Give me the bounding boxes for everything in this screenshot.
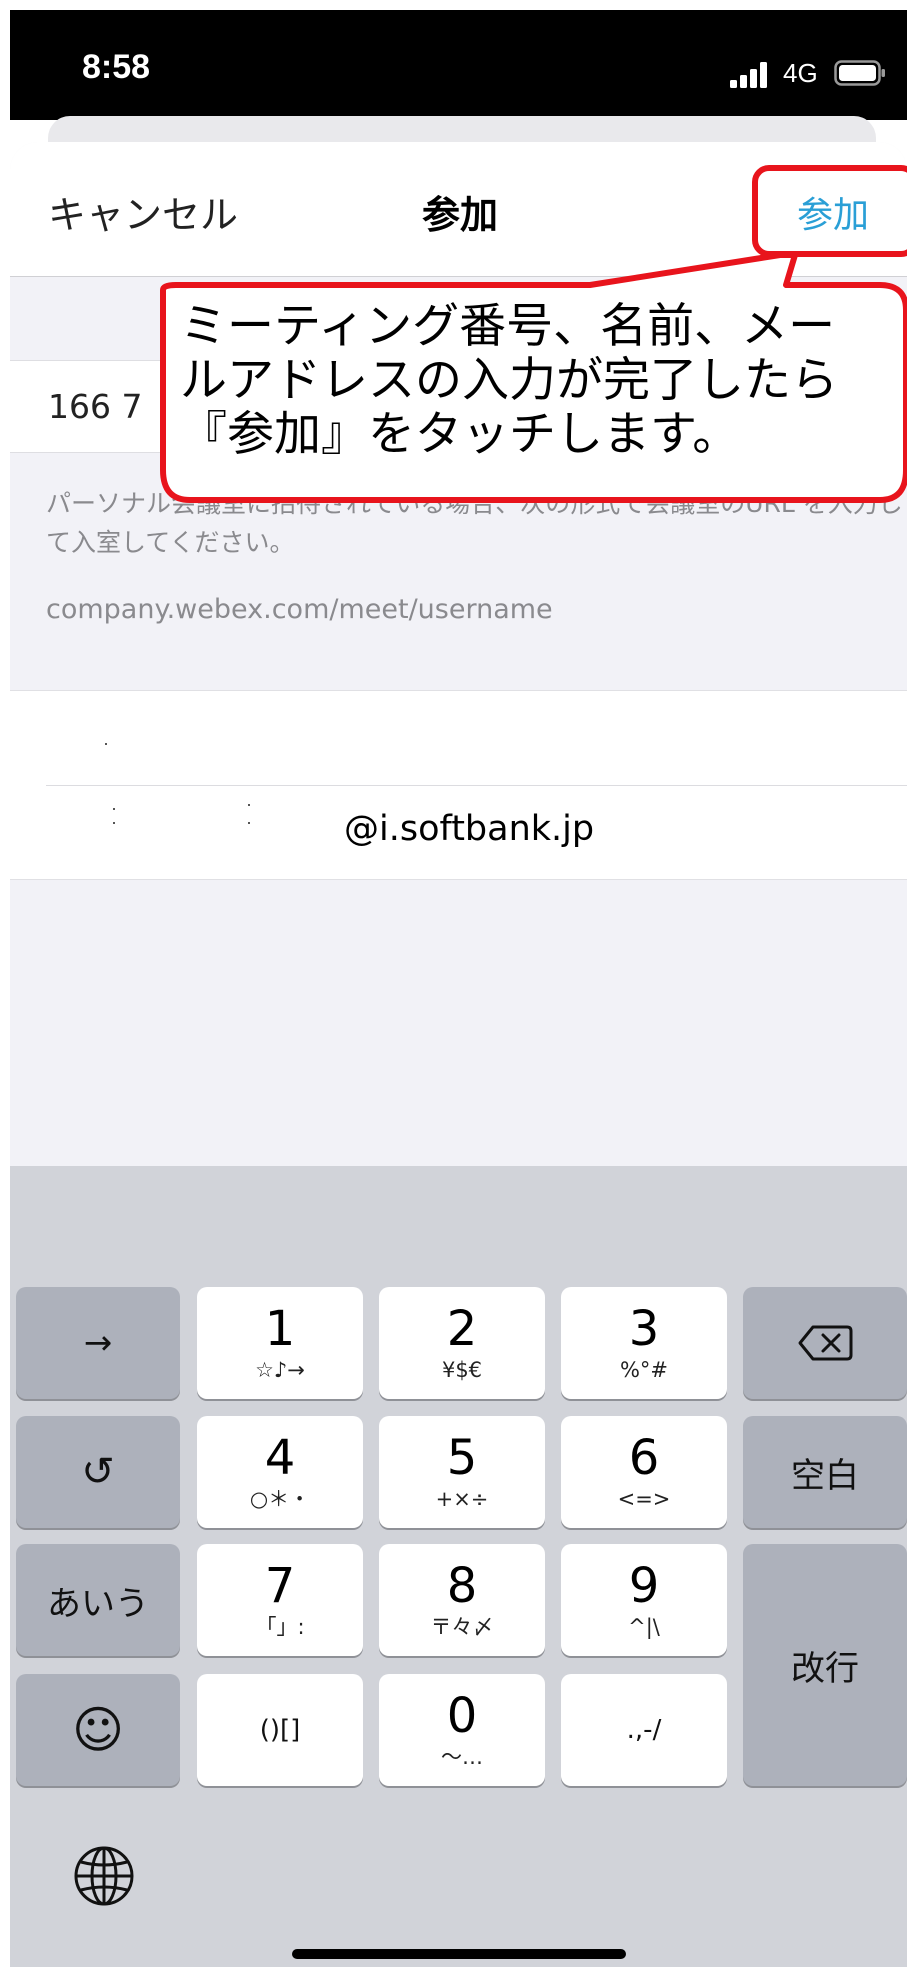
home-indicator <box>292 1949 626 1959</box>
meeting-number-value: 166 7 <box>48 387 143 426</box>
network-type: 4G <box>783 58 818 88</box>
join-button[interactable]: 参加 <box>797 186 869 238</box>
key-main-label: 6 <box>628 1430 660 1486</box>
emoji-icon: ☺ <box>71 1701 125 1759</box>
key-1[interactable]: 1 ☆♪→ <box>197 1287 363 1399</box>
key-main-label: 8 <box>446 1558 478 1614</box>
key-sub-label: <=> <box>617 1487 671 1511</box>
delete-key[interactable] <box>743 1287 907 1399</box>
signal-icon <box>730 62 767 88</box>
arrow-right-icon: → <box>83 1323 113 1363</box>
key-paren[interactable]: ()[] <box>197 1674 363 1786</box>
key-sub-label: ○＊・ <box>249 1487 311 1511</box>
masked-dot <box>248 822 250 824</box>
masked-dot <box>113 808 115 810</box>
globe-icon[interactable] <box>72 1844 136 1908</box>
key-punct[interactable]: .,-/ <box>561 1674 727 1786</box>
key-main-label: .,-/ <box>626 1715 662 1745</box>
key-sub-label: %°# <box>619 1358 669 1382</box>
enter-label: 改行 <box>791 1648 859 1689</box>
key-4[interactable]: 4 ○＊・ <box>197 1416 363 1528</box>
key-3[interactable]: 3 %°# <box>561 1287 727 1399</box>
status-bar: 8:58 4G <box>10 10 907 120</box>
helper-example-url: company.webex.com/meet/username <box>46 594 553 625</box>
key-sub-label: 〜… <box>441 1745 483 1769</box>
masked-dot <box>105 743 107 745</box>
key-main-label: ()[] <box>259 1715 301 1745</box>
key-7[interactable]: 7 「」: <box>197 1544 363 1656</box>
kana-label: あいう <box>47 1583 149 1624</box>
key-main-label: 5 <box>446 1430 478 1486</box>
name-field[interactable] <box>10 691 907 785</box>
undo-key[interactable]: ↺ <box>16 1416 180 1528</box>
key-sub-label: 〒々〆 <box>430 1615 494 1639</box>
key-sub-label: 「」: <box>255 1615 305 1639</box>
callout-line: ルアドレスの入力が完了したら <box>180 353 838 408</box>
key-main-label: 9 <box>628 1558 660 1614</box>
key-5[interactable]: 5 +×÷ <box>379 1416 545 1528</box>
key-0[interactable]: 0 〜… <box>379 1674 545 1786</box>
callout-line: ミーティング番号、名前、メー <box>180 299 836 354</box>
emoji-key[interactable]: ☺ <box>16 1674 180 1786</box>
key-6[interactable]: 6 <=> <box>561 1416 727 1528</box>
email-value: @i.softbank.jp <box>344 809 595 849</box>
space-label: 空白 <box>791 1455 859 1496</box>
kana-key[interactable]: あいう <box>16 1544 180 1656</box>
delete-icon <box>798 1325 853 1361</box>
key-sub-label: ¥$€ <box>441 1358 483 1382</box>
key-sub-label: ☆♪→ <box>255 1358 305 1382</box>
callout-line: 『参加』をタッチします。 <box>180 407 740 462</box>
enter-key[interactable]: 改行 <box>743 1544 907 1786</box>
undo-icon: ↺ <box>81 1449 115 1495</box>
numeric-keyboard: → 1 ☆♪→ 2 ¥$€ 3 %°# ↺ 4 ○＊・ 5 +×÷ 6 <=> 空白 あいう… <box>10 1166 907 1967</box>
status-time: 8:58 <box>82 48 151 86</box>
key-9[interactable]: 9 ^|\ <box>561 1544 727 1656</box>
key-2[interactable]: 2 ¥$€ <box>379 1287 545 1399</box>
nav-bar: キャンセル 参加 参加 <box>10 142 907 277</box>
arrow-key[interactable]: → <box>16 1287 180 1399</box>
callout-text: ミーティング番号、名前、メー ルアドレスの入力が完了したら 『参加』をタッチしま… <box>180 300 880 462</box>
battery-icon <box>834 60 885 86</box>
key-8[interactable]: 8 〒々〆 <box>379 1544 545 1656</box>
space-key[interactable]: 空白 <box>743 1416 907 1528</box>
key-main-label: 3 <box>628 1301 660 1357</box>
key-main-label: 4 <box>264 1430 296 1486</box>
key-main-label: 0 <box>446 1688 478 1744</box>
key-main-label: 7 <box>264 1558 296 1614</box>
key-sub-label: +×÷ <box>435 1487 489 1511</box>
helper-text: パーソナル会議室に招待されている場合、次の形式で会議室のURL を入力して入室し… <box>46 489 903 557</box>
key-sub-label: ^|\ <box>628 1615 660 1639</box>
page-title: 参加 <box>422 193 499 237</box>
masked-dot <box>113 822 115 824</box>
cancel-button[interactable]: キャンセル <box>48 184 238 239</box>
key-main-label: 2 <box>446 1301 478 1357</box>
key-main-label: 1 <box>264 1301 296 1357</box>
name-email-fields: @i.softbank.jp <box>10 690 907 880</box>
masked-dot <box>248 804 250 806</box>
